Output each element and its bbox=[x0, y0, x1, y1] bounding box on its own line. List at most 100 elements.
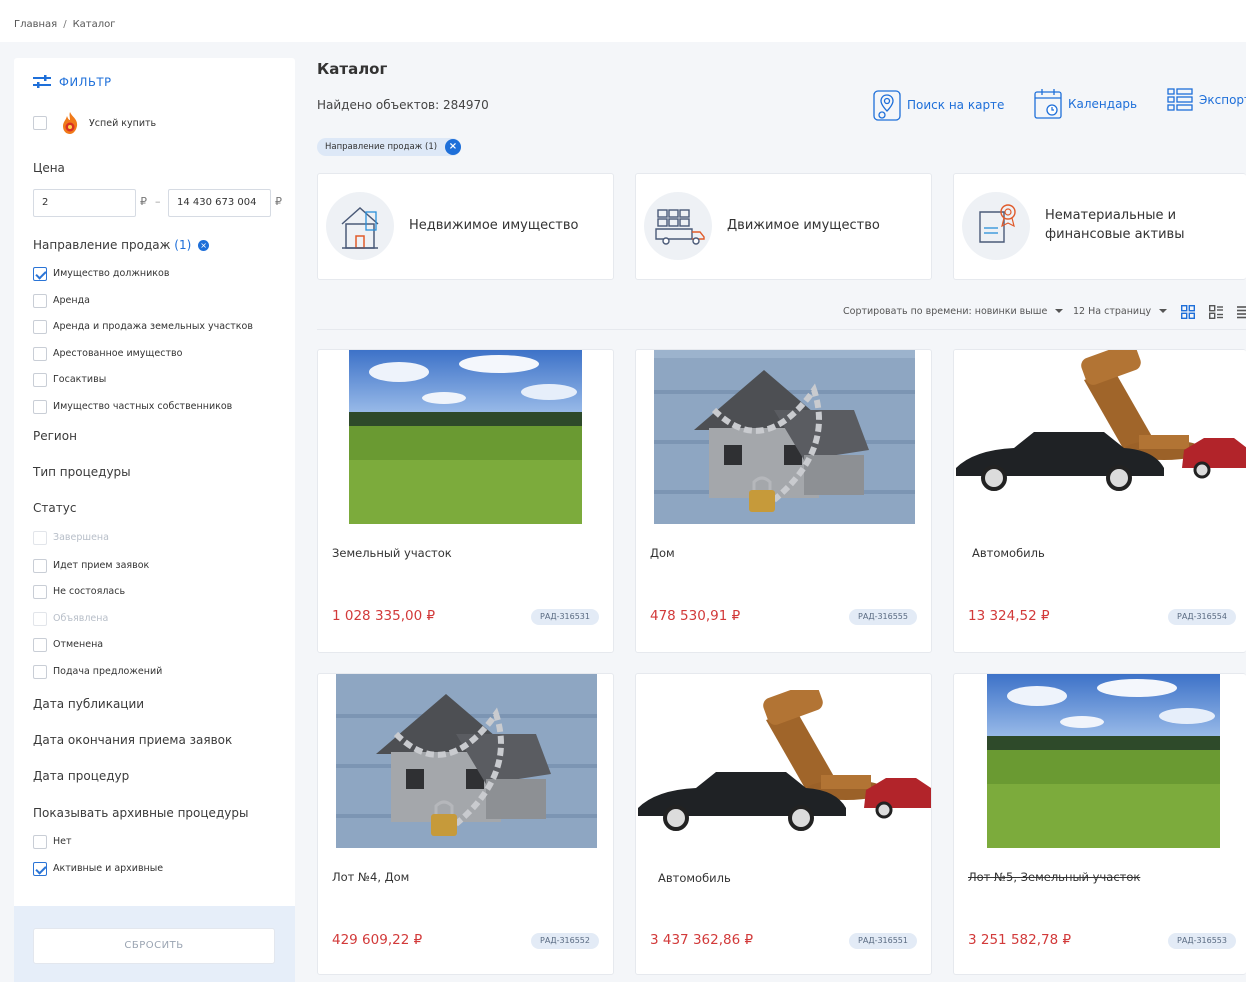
proc-date-title[interactable]: Дата процедур bbox=[33, 769, 129, 783]
price-dash: – bbox=[155, 195, 161, 208]
lot-title: Лот №5, Земельный участок bbox=[968, 870, 1141, 884]
price-from-currency: ₽ bbox=[140, 195, 147, 208]
lot-title: Дом bbox=[650, 546, 675, 560]
status-checkbox[interactable] bbox=[33, 559, 47, 573]
truck-icon bbox=[644, 192, 712, 260]
field-photo bbox=[987, 674, 1220, 848]
direction-item-label: Аренда и продажа земельных участков bbox=[53, 321, 253, 332]
found-count: Найдено объектов: 284970 bbox=[317, 98, 489, 112]
archive-title: Показывать архивные процедуры bbox=[33, 806, 249, 820]
procedure-type-title[interactable]: Тип процедуры bbox=[33, 465, 131, 479]
lot-price: 13 324,52 ₽ bbox=[968, 608, 1050, 624]
realty-icon bbox=[326, 192, 394, 260]
archive-item-label: Нет bbox=[53, 836, 72, 847]
lot-card[interactable]: Автомобиль 13 324,52 ₽ РАД-316554 bbox=[953, 349, 1246, 653]
lot-card[interactable]: Земельный участок 1 028 335,00 ₽ РАД-316… bbox=[317, 349, 614, 653]
sort-select[interactable]: Сортировать по времени: новинки выше bbox=[843, 306, 1064, 317]
lot-title: Автомобиль bbox=[658, 871, 731, 885]
lot-card[interactable]: Автомобиль 3 437 362,86 ₽ РАД-316551 bbox=[635, 673, 932, 975]
lot-code-badge: РАД-316553 bbox=[1168, 933, 1236, 949]
direction-item-label: Арестованное имущество bbox=[53, 348, 183, 359]
category-label: Движимое имущество bbox=[727, 218, 880, 233]
category-label: Нематериальные и bbox=[1045, 208, 1177, 223]
breadcrumb-separator: / bbox=[63, 19, 67, 30]
status-checkbox[interactable] bbox=[33, 612, 47, 626]
status-checkbox[interactable] bbox=[33, 638, 47, 652]
region-title[interactable]: Регион bbox=[33, 429, 77, 443]
category-card-realty[interactable]: Недвижимое имущество bbox=[317, 173, 614, 280]
status-checkbox[interactable] bbox=[33, 665, 47, 679]
list-export-icon bbox=[1167, 88, 1193, 111]
sidebar-footer: СБРОСИТЬ bbox=[14, 906, 295, 982]
status-item-label: Завершена bbox=[53, 532, 109, 543]
status-checkbox[interactable] bbox=[33, 585, 47, 599]
clear-direction-icon[interactable]: × bbox=[198, 240, 210, 251]
category-card-intangible[interactable]: Нематериальные и финансовые активы bbox=[953, 173, 1246, 280]
category-card-movable[interactable]: Движимое имущество bbox=[635, 173, 932, 280]
per-page-select[interactable]: 12 На страницу bbox=[1073, 306, 1168, 317]
status-checkbox[interactable] bbox=[33, 531, 47, 545]
archive-checkbox[interactable] bbox=[33, 835, 47, 849]
direction-checkbox[interactable] bbox=[33, 294, 47, 308]
lot-code-badge: РАД-316552 bbox=[531, 933, 599, 949]
direction-checkbox[interactable] bbox=[33, 320, 47, 334]
export-link[interactable]: Экспорт bbox=[1167, 88, 1246, 112]
lot-code-badge: РАД-316554 bbox=[1168, 609, 1236, 625]
lot-title: Земельный участок bbox=[332, 546, 452, 560]
end-date-title[interactable]: Дата окончания приема заявок bbox=[33, 733, 232, 747]
lot-price: 3 251 582,78 ₽ bbox=[968, 932, 1072, 948]
direction-title[interactable]: Направление продаж (1) × bbox=[33, 238, 210, 252]
breadcrumb: Главная / Каталог bbox=[14, 19, 116, 30]
fire-icon bbox=[63, 112, 78, 134]
category-label: Недвижимое имущество bbox=[409, 218, 579, 233]
direction-checkbox[interactable] bbox=[33, 400, 47, 414]
map-pin-icon bbox=[873, 90, 901, 121]
breadcrumb-current: Каталог bbox=[72, 19, 116, 30]
field-photo bbox=[349, 350, 582, 524]
direction-checkbox[interactable] bbox=[33, 373, 47, 387]
sort-label: Сортировать по времени: новинки выше bbox=[843, 306, 1048, 317]
remove-chip-icon[interactable]: × bbox=[445, 139, 461, 155]
hurry-checkbox[interactable] bbox=[33, 116, 47, 130]
direction-checkbox[interactable] bbox=[33, 267, 47, 281]
car-auction-photo bbox=[636, 690, 931, 848]
direction-count: (1) bbox=[174, 238, 192, 252]
status-item-label: Отменена bbox=[53, 639, 104, 650]
calendar-link[interactable]: Календарь bbox=[1034, 88, 1137, 120]
direction-item-label: Имущество должников bbox=[53, 268, 170, 279]
lot-card[interactable]: Дом 478 530,91 ₽ РАД-316555 bbox=[635, 349, 932, 653]
lot-code-badge: РАД-316551 bbox=[849, 933, 917, 949]
list-view-icon[interactable] bbox=[1237, 305, 1246, 319]
breadcrumb-home[interactable]: Главная bbox=[14, 19, 57, 30]
per-page-label: 12 На страницу bbox=[1073, 306, 1152, 317]
status-item-label: Объявлена bbox=[53, 613, 109, 624]
filter-sliders-icon bbox=[33, 75, 51, 88]
direction-title-text: Направление продаж bbox=[33, 238, 171, 252]
direction-item-label: Госактивы bbox=[53, 374, 107, 385]
lot-card[interactable]: Лот №4, Дом 429 609,22 ₽ РАД-316552 bbox=[317, 673, 614, 975]
pub-date-title[interactable]: Дата публикации bbox=[33, 697, 144, 711]
status-item-label: Идет прием заявок bbox=[53, 560, 150, 571]
certificate-icon bbox=[962, 192, 1030, 260]
direction-checkbox[interactable] bbox=[33, 347, 47, 361]
house-photo bbox=[336, 674, 597, 848]
tile-view-icon[interactable] bbox=[1209, 305, 1223, 319]
divider bbox=[317, 329, 1246, 330]
grid-view-icon[interactable] bbox=[1181, 305, 1195, 319]
lot-price: 429 609,22 ₽ bbox=[332, 932, 423, 948]
hurry-label: Успей купить bbox=[89, 118, 157, 129]
status-item-label: Не состоялась bbox=[53, 586, 126, 597]
archive-checkbox[interactable] bbox=[33, 862, 47, 876]
lot-price: 1 028 335,00 ₽ bbox=[332, 608, 436, 624]
filter-header[interactable]: ФИЛЬТР bbox=[33, 75, 112, 89]
lot-card[interactable]: Лот №5, Земельный участок 3 251 582,78 ₽… bbox=[953, 673, 1246, 975]
map-search-label: Поиск на карте bbox=[907, 98, 1005, 112]
price-from-input[interactable]: 2 bbox=[33, 189, 136, 217]
direction-item-label: Имущество частных собственников bbox=[53, 401, 233, 412]
status-title[interactable]: Статус bbox=[33, 501, 76, 515]
price-to-input[interactable]: 14 430 673 004 bbox=[168, 189, 271, 217]
map-search-link[interactable]: Поиск на карте bbox=[873, 88, 1004, 122]
price-title: Цена bbox=[33, 161, 65, 175]
page-title: Каталог bbox=[317, 60, 388, 78]
reset-button[interactable]: СБРОСИТЬ bbox=[33, 928, 275, 964]
